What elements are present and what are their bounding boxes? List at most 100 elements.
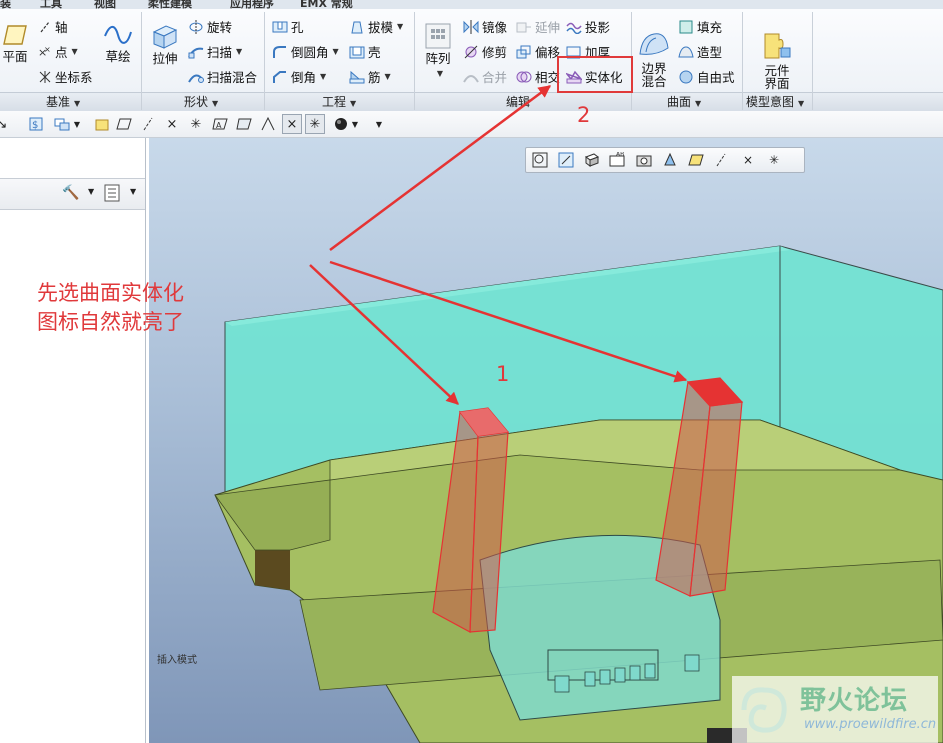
draft-dropdown-icon[interactable]: ▼ [397,22,403,31]
sweep-button[interactable]: 扫描 ▼ [188,42,242,61]
rib-icon [349,70,365,83]
mirror-label: 镜像 [482,20,508,35]
settings-icon[interactable] [104,184,120,205]
settings-dropdown-icon[interactable]: ▼ [130,187,136,196]
group-label-surfaces[interactable]: 曲面 ▼ [667,93,701,110]
revolve-icon [189,19,203,34]
regenerate-icon[interactable]: $ [26,114,46,134]
view-toolbar: AB × ✳ [525,147,805,173]
group-label-editing[interactable]: 编辑 [506,93,530,110]
appearance-dropdown-icon[interactable]: ▼ [350,114,360,134]
style-button[interactable]: 造型 [678,42,722,61]
arrow-icon[interactable]: ↘ [0,114,12,134]
offset-button[interactable]: 偏移 [516,42,560,61]
pattern-button[interactable]: 阵列 ▼ [420,22,456,80]
axis-display-toggle-icon[interactable] [712,150,732,170]
intersect-button[interactable]: 相交 [516,67,560,86]
project-icon [566,22,582,34]
point-button[interactable]: × × 点 ▼ [38,42,78,61]
plane-icon [3,25,27,45]
boundary-blend-icon [639,33,669,55]
rib-label: 筋 [368,70,381,85]
tools-icon[interactable]: 🔨 [62,185,79,201]
appearance-icon[interactable] [331,114,351,134]
zoom-in-icon[interactable] [556,150,576,170]
merge-button[interactable]: 合并 [463,67,507,86]
fill-button[interactable]: 填充 [678,17,722,36]
shell-button[interactable]: 壳 [349,42,381,61]
extend-icon [516,22,531,32]
model-3d-view[interactable] [149,138,943,743]
freestyle-button[interactable]: 自由式 [678,67,735,86]
sweep-dropdown-icon[interactable]: ▼ [236,47,242,56]
point-display-icon[interactable]: × [162,114,182,134]
mirror-button[interactable]: 镜像 [463,17,507,36]
point-label: 点 [55,45,68,60]
group-label-shapes[interactable]: 形状 ▼ [184,93,218,110]
csys-icon [39,70,51,83]
windows-dropdown-icon[interactable]: ▼ [72,114,82,134]
revolve-button[interactable]: 旋转 [188,17,232,36]
tools-dropdown-icon[interactable]: ▼ [88,187,94,196]
spin-center-icon[interactable] [234,114,254,134]
model-tree-panel [0,138,146,743]
plane-display-toggle-icon[interactable] [686,150,706,170]
group-separator [812,12,813,110]
axis-button[interactable]: 轴 [38,17,68,36]
watermark-logo-icon [741,687,787,733]
project-button[interactable]: 投影 [566,17,610,36]
windows-icon[interactable] [52,114,72,134]
boundary-blend-button[interactable]: 边界 混合 [637,17,671,88]
csys-button[interactable]: 坐标系 [38,67,93,86]
revolve-label: 旋转 [207,20,233,35]
graphics-window[interactable] [149,138,943,743]
toolbar-overflow-icon[interactable]: ▼ [372,114,386,134]
chamfer-dropdown-icon[interactable]: ▼ [320,72,326,81]
csys-tag-icon[interactable]: ✳ [305,114,325,134]
trim-button[interactable]: 修剪 [463,42,507,61]
annotation-display-icon[interactable]: A [210,114,230,134]
model-tree-header: 🔨 ▼ ▼ [0,178,145,210]
plane-display-icon[interactable] [114,114,134,134]
group-label-engineering[interactable]: 工程 ▼ [322,93,356,110]
csys-display-icon[interactable]: ✳ [186,114,206,134]
extend-button[interactable]: 延伸 [516,17,560,36]
sketch-label: 草绘 [105,49,131,64]
chamfer-button[interactable]: 倒角 ▼ [272,67,326,86]
round-dropdown-icon[interactable]: ▼ [333,47,339,56]
hole-button[interactable]: 孔 [272,17,304,36]
watermark-title: 野火论坛 [800,686,909,716]
refit-icon[interactable] [530,150,550,170]
pattern-dropdown-icon[interactable]: ▼ [437,69,443,78]
group-label-datum[interactable]: 基准 ▼ [46,93,80,110]
swept-blend-button[interactable]: 扫描混合 [188,67,257,86]
group-separator [141,12,142,110]
csys-label: 坐标系 [55,70,93,85]
round-button[interactable]: 倒圆角 ▼ [272,42,339,61]
offset-icon [516,45,531,58]
freestyle-icon [679,70,693,83]
extrude-button[interactable]: 拉伸 [148,22,182,65]
component-interface-button[interactable]: 元件 界面 [758,17,796,90]
draft-button[interactable]: 拔模 ▼ [349,17,403,36]
csys-display-toggle-icon[interactable]: ✳ [764,150,784,170]
plane-button[interactable]: 平面 [0,22,30,63]
group-label-model-intent[interactable]: 模型意图 ▼ [746,93,804,110]
rib-dropdown-icon[interactable]: ▼ [385,72,391,81]
perspective-icon[interactable] [660,150,680,170]
sketch-display-icon[interactable] [258,114,278,134]
solidify-highlight-box [557,56,633,93]
style-icon [678,45,694,57]
saved-views-icon[interactable]: AB [608,150,628,170]
view-manager-icon[interactable] [634,150,654,170]
rib-button[interactable]: 筋 ▼ [349,67,391,86]
axis-display-icon[interactable] [138,114,158,134]
display-style-icon[interactable] [582,150,602,170]
point-display-toggle-icon[interactable]: × [738,150,758,170]
point-dropdown-icon[interactable]: ▼ [72,47,78,56]
datum-plane-display-icon[interactable] [92,114,112,134]
plane-label: 平面 [2,49,28,64]
sketch-button[interactable]: 草绘 [101,22,135,63]
point-tag-icon[interactable]: × [282,114,302,134]
svg-text:$: $ [32,120,38,131]
